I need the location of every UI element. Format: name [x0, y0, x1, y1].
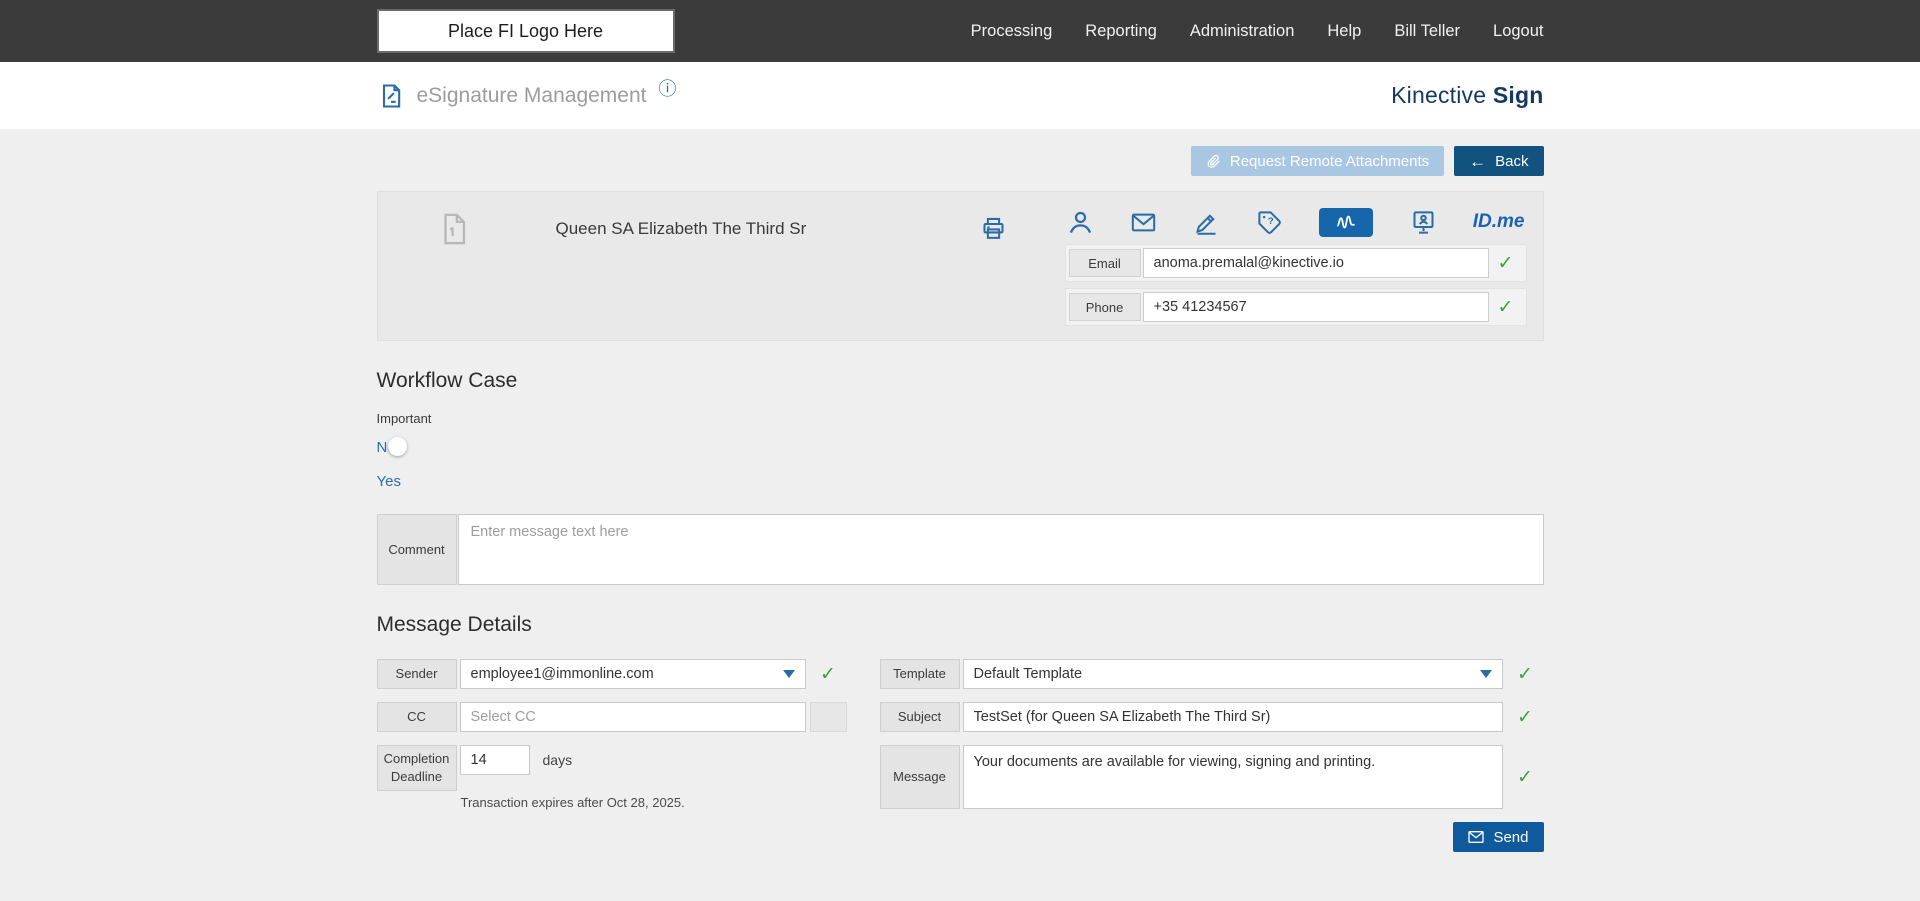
- cc-row: CC: [377, 702, 847, 732]
- template-row: Template Default Template ✓: [880, 659, 1544, 689]
- email-row: Email ✓: [1065, 244, 1527, 282]
- page-header: eSignature Management ⓘ Kinective Sign: [0, 62, 1920, 129]
- sender-valid-check-icon: ✓: [810, 659, 847, 689]
- phone-label: Phone: [1069, 293, 1141, 321]
- message-textarea[interactable]: Your documents are available for viewing…: [963, 745, 1503, 809]
- info-icon[interactable]: ⓘ: [659, 75, 677, 101]
- details-right-column: Template Default Template ✓ Subject ✓ Me…: [880, 659, 1544, 852]
- subject-row: Subject ✓: [880, 702, 1544, 732]
- nav-help[interactable]: Help: [1327, 22, 1361, 41]
- template-label: Template: [880, 659, 960, 689]
- kiosk-icon[interactable]: [1410, 209, 1437, 236]
- comment-row: Comment: [377, 514, 1544, 585]
- sender-label: Sender: [377, 659, 457, 689]
- details-left-column: Sender employee1@immonline.com ✓ CC Comp…: [377, 659, 847, 810]
- nav-reporting[interactable]: Reporting: [1085, 22, 1157, 41]
- completion-deadline-label: Completion Deadline: [377, 745, 457, 791]
- paperclip-icon: [1206, 154, 1221, 169]
- comment-textarea[interactable]: [458, 514, 1544, 585]
- message-valid-check-icon: ✓: [1507, 745, 1544, 809]
- completion-deadline-input[interactable]: [460, 745, 530, 775]
- send-envelope-icon: [1468, 830, 1484, 844]
- nav-logout[interactable]: Logout: [1493, 22, 1543, 41]
- days-label: days: [543, 752, 573, 768]
- question-tag-icon[interactable]: ?: [1256, 209, 1283, 236]
- nav-processing[interactable]: Processing: [971, 22, 1053, 41]
- expiry-note: Transaction expires after Oct 28, 2025.: [461, 795, 847, 810]
- nav-administration[interactable]: Administration: [1190, 22, 1295, 41]
- cc-label: CC: [377, 702, 457, 732]
- subject-valid-check-icon: ✓: [1507, 702, 1544, 732]
- brand-name: Kinective: [1391, 82, 1486, 108]
- brand-logo: Kinective Sign: [1391, 82, 1543, 109]
- svg-text:?: ?: [1268, 216, 1274, 227]
- signature-icon[interactable]: [1193, 209, 1220, 236]
- important-option-yes[interactable]: Yes: [377, 473, 423, 490]
- main-content: Request Remote Attachments ← Back Queen …: [0, 129, 1920, 852]
- email-valid-check-icon: ✓: [1489, 252, 1523, 275]
- message-row: Message Your documents are available for…: [880, 745, 1544, 809]
- workflow-case-title: Workflow Case: [377, 369, 1544, 393]
- back-arrow-icon: ←: [1469, 153, 1486, 170]
- sender-row: Sender employee1@immonline.com ✓: [377, 659, 847, 689]
- document-thumbnail-zone: [394, 206, 514, 326]
- completion-deadline-row: Completion Deadline days: [377, 745, 847, 791]
- topbar: Place FI Logo Here Processing Reporting …: [0, 0, 1920, 62]
- chevron-down-icon: [783, 670, 795, 678]
- cc-input[interactable]: [460, 702, 806, 732]
- nav-user-menu[interactable]: Bill Teller: [1394, 22, 1460, 41]
- important-label: Important: [377, 411, 1544, 426]
- phone-input[interactable]: [1143, 292, 1489, 322]
- brand-product: Sign: [1493, 82, 1544, 108]
- recipient-name: Queen SA Elizabeth The Third Sr: [556, 219, 807, 326]
- delivery-method-icons: ? ID.me: [1065, 206, 1527, 238]
- send-button[interactable]: Send: [1453, 822, 1543, 852]
- email-label: Email: [1069, 249, 1141, 277]
- fi-logo-placeholder[interactable]: Place FI Logo Here: [377, 9, 675, 53]
- toggle-knob[interactable]: [388, 437, 407, 456]
- request-remote-attachments-button[interactable]: Request Remote Attachments: [1191, 146, 1444, 176]
- sender-select[interactable]: employee1@immonline.com: [460, 659, 806, 689]
- back-button[interactable]: ← Back: [1454, 146, 1543, 176]
- phone-valid-check-icon: ✓: [1489, 296, 1523, 319]
- message-details-title: Message Details: [377, 613, 1544, 637]
- message-label: Message: [880, 745, 960, 809]
- touch-sign-icon: [1333, 211, 1359, 233]
- comment-label: Comment: [377, 514, 457, 585]
- subject-input[interactable]: [963, 702, 1503, 732]
- message-details-grid: Sender employee1@immonline.com ✓ CC Comp…: [377, 659, 1544, 852]
- email-input[interactable]: [1143, 248, 1489, 278]
- send-row: Send: [880, 822, 1544, 852]
- main-nav: Processing Reporting Administration Help…: [971, 22, 1544, 41]
- cc-check-placeholder: [810, 702, 847, 732]
- touch-sign-icon-selected[interactable]: [1319, 208, 1373, 237]
- subject-label: Subject: [880, 702, 960, 732]
- chevron-down-icon: [1480, 670, 1492, 678]
- page-title: eSignature Management: [417, 84, 647, 108]
- recipient-panel: Queen SA Elizabeth The Third Sr: [377, 191, 1544, 341]
- esignature-doc-icon: [377, 82, 405, 110]
- template-valid-check-icon: ✓: [1507, 659, 1544, 689]
- print-icon[interactable]: [980, 215, 1007, 242]
- phone-row: Phone ✓: [1065, 288, 1527, 326]
- person-icon[interactable]: [1067, 209, 1094, 236]
- template-select[interactable]: Default Template: [963, 659, 1503, 689]
- envelope-icon[interactable]: [1130, 209, 1157, 236]
- top-actions: Request Remote Attachments ← Back: [377, 146, 1544, 176]
- idme-logo[interactable]: ID.me: [1473, 211, 1525, 233]
- file-placeholder-icon: [437, 212, 471, 246]
- important-option-no[interactable]: No: [377, 439, 423, 456]
- delivery-and-contact: ? ID.me Email: [1065, 206, 1527, 326]
